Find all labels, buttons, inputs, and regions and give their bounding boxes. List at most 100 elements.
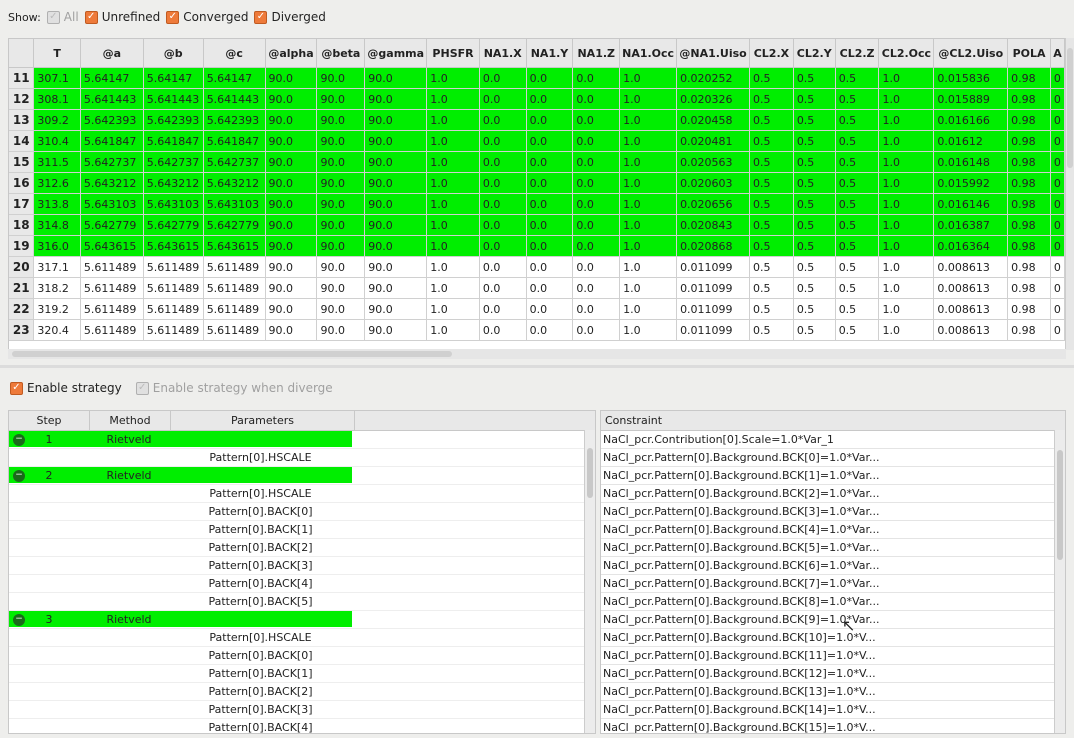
column-header[interactable]: @alpha: [265, 39, 318, 68]
table-cell[interactable]: 1.0: [619, 88, 678, 110]
column-header[interactable]: @beta: [316, 39, 366, 68]
table-cell[interactable]: 0.5: [835, 256, 880, 278]
steps-scrollbar[interactable]: [584, 430, 595, 733]
table-cell[interactable]: 1.0: [878, 193, 935, 215]
table-cell[interactable]: 0: [1050, 214, 1065, 236]
table-cell[interactable]: 0.98: [1007, 109, 1051, 131]
table-cell[interactable]: 5.611489: [203, 256, 266, 278]
table-cell[interactable]: 0.5: [835, 277, 880, 299]
table-cell[interactable]: 1.0: [619, 277, 678, 299]
table-cell[interactable]: 0.0: [572, 88, 621, 110]
table-cell[interactable]: 0.020563: [676, 151, 751, 173]
table-cell[interactable]: 1.0: [619, 214, 678, 236]
table-cell[interactable]: 0.98: [1007, 298, 1051, 320]
table-cell[interactable]: 1.0: [878, 88, 935, 110]
row-header[interactable]: 14: [9, 130, 35, 152]
table-cell[interactable]: 90.0: [364, 256, 428, 278]
table-cell[interactable]: 0.98: [1007, 235, 1051, 257]
parameters-column-header[interactable]: Parameters: [171, 411, 355, 430]
table-cell[interactable]: 0.016148: [933, 151, 1009, 173]
table-cell[interactable]: 0.016387: [933, 214, 1009, 236]
constraint-row[interactable]: NaCl_pcr.Pattern[0].Background.BCK[0]=1.…: [601, 449, 1065, 467]
table-cell[interactable]: 0.0: [479, 319, 527, 341]
table-cell[interactable]: 0.5: [749, 214, 794, 236]
table-cell[interactable]: 1.0: [426, 151, 480, 173]
table-cell[interactable]: 1.0: [426, 172, 480, 194]
table-cell[interactable]: 0: [1050, 256, 1065, 278]
table-cell[interactable]: 90.0: [364, 172, 428, 194]
table-cell[interactable]: 0.5: [835, 109, 880, 131]
table-cell[interactable]: 0.0: [572, 319, 621, 341]
table-cell[interactable]: 0.016146: [933, 193, 1009, 215]
table-cell[interactable]: 313.8: [33, 193, 81, 215]
table-cell[interactable]: 5.611489: [80, 319, 144, 341]
table-cell[interactable]: 0.5: [835, 235, 880, 257]
constraint-row[interactable]: NaCl_pcr.Pattern[0].Background.BCK[1]=1.…: [601, 467, 1065, 485]
table-cell[interactable]: 0.5: [835, 151, 880, 173]
table-cell[interactable]: 90.0: [265, 193, 318, 215]
table-cell[interactable]: 0: [1050, 277, 1065, 299]
table-cell[interactable]: 1.0: [426, 193, 480, 215]
table-cell[interactable]: 0.5: [793, 235, 836, 257]
table-cell[interactable]: 0.008613: [933, 277, 1009, 299]
table-cell[interactable]: 0.0: [479, 109, 527, 131]
table-cell[interactable]: 0.98: [1007, 130, 1051, 152]
constraint-row[interactable]: NaCl_pcr.Pattern[0].Background.BCK[8]=1.…: [601, 593, 1065, 611]
table-cell[interactable]: 0.01612: [933, 130, 1009, 152]
table-cell[interactable]: 90.0: [265, 151, 318, 173]
table-cell[interactable]: 5.641847: [80, 130, 144, 152]
collapse-icon[interactable]: −: [13, 470, 25, 482]
table-cell[interactable]: 0.016166: [933, 109, 1009, 131]
step-column-header[interactable]: Step: [9, 411, 90, 430]
table-cell[interactable]: 0.0: [479, 298, 527, 320]
table-cell[interactable]: 0.015889: [933, 88, 1009, 110]
table-cell[interactable]: 1.0: [878, 214, 935, 236]
table-cell[interactable]: 0.020458: [676, 109, 751, 131]
table-cell[interactable]: 0.0: [572, 130, 621, 152]
column-header[interactable]: CL2.Z: [835, 39, 880, 68]
column-header[interactable]: CL2.X: [749, 39, 794, 68]
constraint-row[interactable]: NaCl_pcr.Pattern[0].Background.BCK[3]=1.…: [601, 503, 1065, 521]
row-header[interactable]: 15: [9, 151, 35, 173]
table-cell[interactable]: 90.0: [316, 109, 366, 131]
table-cell[interactable]: 0.5: [793, 298, 836, 320]
table-cell[interactable]: 0.020252: [676, 67, 751, 89]
table-cell[interactable]: 1.0: [426, 319, 480, 341]
table-cell[interactable]: 1.0: [878, 67, 935, 89]
constraint-row[interactable]: NaCl_pcr.Pattern[0].Background.BCK[7]=1.…: [601, 575, 1065, 593]
table-cell[interactable]: 0.5: [835, 298, 880, 320]
strategy-param-row[interactable]: Pattern[0].HSCALE: [9, 449, 595, 467]
table-cell[interactable]: 0.5: [749, 298, 794, 320]
column-header[interactable]: A: [1050, 39, 1065, 68]
table-cell[interactable]: 5.641443: [203, 88, 266, 110]
table-cell[interactable]: 0.008613: [933, 298, 1009, 320]
table-cell[interactable]: 0: [1050, 67, 1065, 89]
table-cell[interactable]: 1.0: [426, 235, 480, 257]
table-cell[interactable]: 90.0: [316, 67, 366, 89]
table-cell[interactable]: 0.98: [1007, 319, 1051, 341]
table-cell[interactable]: 0.0: [479, 151, 527, 173]
table-cell[interactable]: 90.0: [364, 109, 428, 131]
enable-strategy-diverge-checkbox[interactable]: Enable strategy when diverge: [135, 381, 333, 395]
table-cell[interactable]: 90.0: [316, 319, 366, 341]
table-cell[interactable]: 0.008613: [933, 319, 1009, 341]
table-cell[interactable]: 90.0: [316, 256, 366, 278]
column-header[interactable]: @CL2.Uiso: [933, 39, 1009, 68]
table-row[interactable]: 19 316.0 5.643615 5.643615 5.643615 90.0 90.0 9…: [9, 235, 1065, 257]
table-cell[interactable]: 90.0: [364, 88, 428, 110]
table-cell[interactable]: 0.5: [749, 172, 794, 194]
table-cell[interactable]: 90.0: [364, 319, 428, 341]
table-cell[interactable]: 0: [1050, 151, 1065, 173]
grid-horizontal-scrollbar[interactable]: [8, 349, 1066, 359]
table-cell[interactable]: 5.641847: [203, 130, 266, 152]
table-cell[interactable]: 90.0: [316, 151, 366, 173]
table-cell[interactable]: 5.64147: [80, 67, 144, 89]
column-header[interactable]: @gamma: [364, 39, 428, 68]
table-cell[interactable]: 0.020603: [676, 172, 751, 194]
table-cell[interactable]: 5.642779: [143, 214, 204, 236]
table-cell[interactable]: 5.611489: [203, 277, 266, 299]
table-row[interactable]: 17 313.8 5.643103 5.643103 5.643103 90.0 90.0 9…: [9, 193, 1065, 215]
table-cell[interactable]: 5.643615: [203, 235, 266, 257]
strategy-step-row[interactable]: −2 Rietveld: [9, 467, 595, 485]
table-cell[interactable]: 0.0: [572, 235, 621, 257]
